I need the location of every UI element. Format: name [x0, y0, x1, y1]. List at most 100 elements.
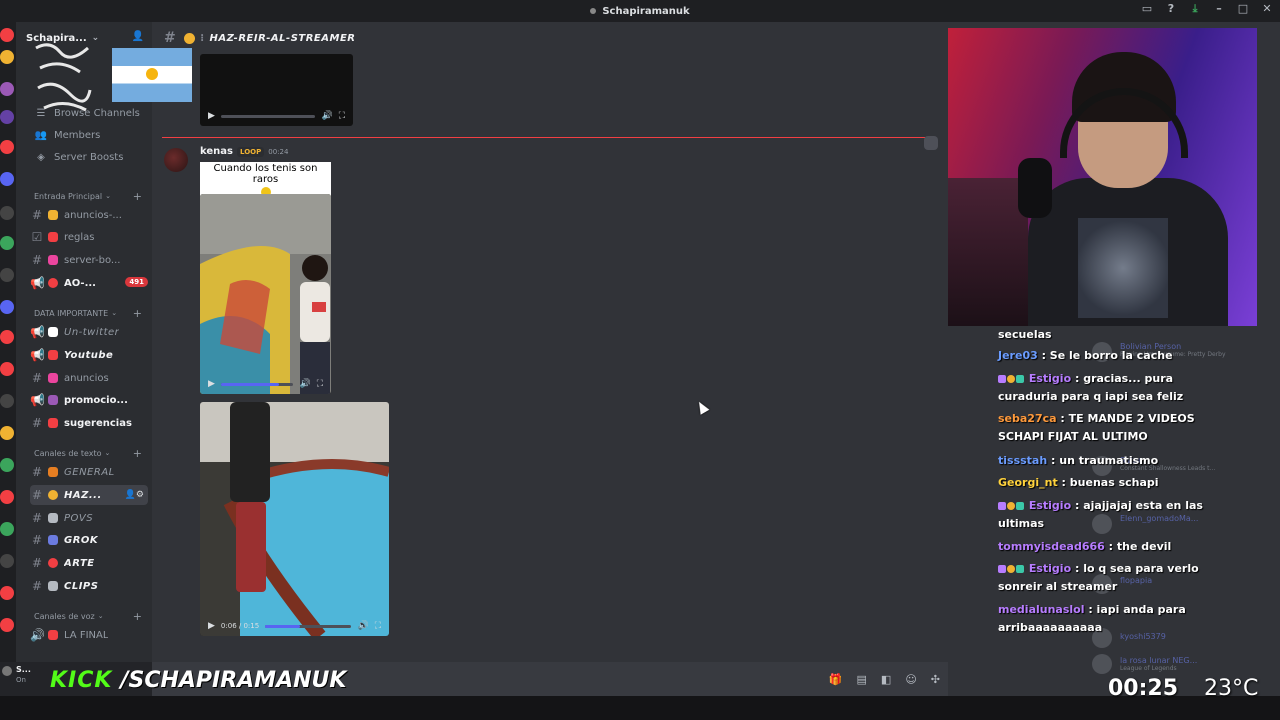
server-icon[interactable] — [0, 50, 14, 64]
inbox-icon[interactable]: ▭ — [1138, 2, 1156, 16]
add-channel-icon[interactable]: + — [133, 307, 142, 320]
help-icon[interactable]: ? — [1162, 2, 1180, 16]
category-entrada[interactable]: Entrada Principal ⌄ + — [34, 189, 152, 203]
fullscreen-icon[interactable]: ⛶ — [317, 379, 323, 389]
chat-username: tommyisdead666 — [998, 540, 1105, 553]
server-icon[interactable] — [0, 172, 14, 186]
volume-icon[interactable]: 🔊 — [321, 111, 332, 121]
channel-anuncios-2[interactable]: # anuncios — [30, 368, 148, 388]
member-avatar[interactable] — [1092, 654, 1112, 674]
channel-label: ARTE — [64, 557, 95, 569]
add-channel-icon[interactable]: + — [133, 447, 142, 460]
sticker-icon[interactable]: ◧ — [881, 673, 891, 686]
video-player-1[interactable]: ▶ 🔊 ⛶ — [200, 194, 331, 394]
channel-server-boosts[interactable]: # server-bo... — [30, 250, 148, 270]
member-item[interactable]: la rosa lunar NEG... League of Legends — [1120, 656, 1197, 672]
stream-chat: secuelas Jere03 : Se le borro la cache E… — [998, 326, 1280, 640]
channel-ao[interactable]: 📢 AO-... 491 — [30, 273, 148, 293]
server-icon[interactable] — [0, 618, 14, 632]
gift-icon[interactable]: 🎁 — [829, 673, 843, 686]
video-player-2[interactable]: ▶ 0:06 / 0:15 🔊 ⛶ — [200, 402, 389, 636]
channel-promocion[interactable]: 📢 promocio... — [30, 390, 148, 410]
reaction-icon[interactable] — [924, 136, 938, 150]
channel-header: # ⁝ HAZ-REIR-AL-STREAMER — [152, 22, 948, 54]
bottom-strip — [0, 696, 1280, 720]
minimize-icon[interactable]: – — [1210, 2, 1228, 16]
server-icon[interactable] — [0, 206, 14, 220]
megaphone-icon — [48, 373, 58, 383]
channel-general[interactable]: # GENERAL — [30, 462, 148, 482]
category-voz[interactable]: Canales de voz ⌄ + — [34, 609, 152, 623]
channel-label: GENERAL — [64, 466, 115, 478]
add-channel-icon[interactable]: + — [133, 190, 142, 203]
emoji-icon[interactable]: ☺ — [905, 673, 916, 686]
timestamp: 00:24 — [268, 147, 289, 156]
seek-bar[interactable] — [265, 624, 352, 628]
channel-title: HAZ-REIR-AL-STREAMER — [209, 32, 356, 44]
fullscreen-icon[interactable]: ⛶ — [339, 111, 345, 121]
channel-arte[interactable]: # ARTE — [30, 553, 148, 573]
category-texto[interactable]: Canales de texto ⌄ + — [34, 446, 152, 460]
seek-bar[interactable] — [220, 114, 316, 118]
user-avatar[interactable] — [2, 666, 12, 676]
gif-icon[interactable]: ▤ — [857, 673, 867, 686]
volume-icon[interactable]: 🔊 — [299, 379, 310, 389]
server-icon[interactable] — [0, 490, 14, 504]
server-icon[interactable] — [0, 110, 14, 124]
maximize-icon[interactable]: □ — [1234, 2, 1252, 16]
hash-icon: # — [31, 416, 43, 430]
channel-youtube[interactable]: 📢 Youtube — [30, 345, 148, 365]
server-icon[interactable] — [0, 362, 14, 376]
video-player-previous[interactable]: ▶ 🔊 ⛶ — [200, 54, 353, 126]
hash-icon: # — [31, 511, 43, 525]
members-link[interactable]: 👥 Members — [34, 126, 101, 144]
server-icon[interactable] — [0, 140, 14, 154]
chevron-down-icon: ⌄ — [97, 612, 104, 620]
server-icon[interactable] — [0, 268, 14, 282]
volume-icon[interactable]: 🔊 — [357, 621, 368, 631]
server-icon[interactable] — [0, 586, 14, 600]
server-boosts-link[interactable]: ◈ Server Boosts — [34, 148, 123, 166]
channel-la-final[interactable]: 🔊 LA FINAL — [30, 625, 148, 645]
announcement-icon: 📢 — [30, 325, 45, 339]
author-name[interactable]: kenas — [200, 146, 233, 157]
server-icon[interactable] — [0, 458, 14, 472]
server-icon[interactable] — [0, 82, 14, 96]
promo-icon — [48, 395, 58, 405]
add-channel-icon[interactable]: + — [133, 610, 142, 623]
phone-icon — [48, 418, 58, 428]
close-icon[interactable]: ✕ — [1258, 2, 1276, 16]
play-icon[interactable]: ▶ — [208, 621, 215, 631]
channel-grok[interactable]: # GROK — [30, 530, 148, 550]
channel-haz-reir[interactable]: # HAZ... 👤⚙ — [30, 485, 148, 505]
channel-label: server-bo... — [64, 254, 121, 266]
video-controls: ▶ 🔊 ⛶ — [200, 106, 353, 126]
server-icon[interactable] — [0, 426, 14, 440]
channel-clips[interactable]: # CLIPS — [30, 576, 148, 596]
user-status: On — [16, 676, 26, 684]
server-icon[interactable] — [0, 522, 14, 536]
channel-sugerencias[interactable]: # sugerencias — [30, 413, 148, 433]
fullscreen-icon[interactable]: ⛶ — [375, 621, 381, 631]
server-icon[interactable] — [0, 554, 14, 568]
server-icon[interactable] — [0, 236, 14, 250]
server-icon[interactable] — [0, 394, 14, 408]
avatar[interactable] — [164, 148, 188, 172]
channel-povs[interactable]: # POVS — [30, 508, 148, 528]
channel-un-twitter[interactable]: 📢 Un-twitter — [30, 322, 148, 342]
channel-settings-icon[interactable]: 👤⚙ — [125, 490, 144, 500]
apps-icon[interactable]: ✣ — [931, 673, 940, 686]
channel-reglas[interactable]: ☑ reglas — [30, 227, 148, 247]
server-icon[interactable] — [0, 28, 14, 42]
channel-anuncios[interactable]: # anuncios-... — [30, 205, 148, 225]
download-icon[interactable]: ⤓ — [1186, 2, 1204, 16]
add-user-icon[interactable]: 👤 — [132, 31, 144, 42]
server-icon[interactable] — [0, 300, 14, 314]
seek-bar[interactable] — [220, 382, 294, 386]
channel-label: GROK — [64, 534, 99, 546]
server-icon[interactable] — [0, 330, 14, 344]
unread-badge: 491 — [125, 277, 148, 287]
play-icon[interactable]: ▶ — [208, 111, 215, 121]
category-importante[interactable]: DATA IMPORTANTE ⌄ + — [34, 306, 152, 320]
play-icon[interactable]: ▶ — [208, 379, 215, 389]
